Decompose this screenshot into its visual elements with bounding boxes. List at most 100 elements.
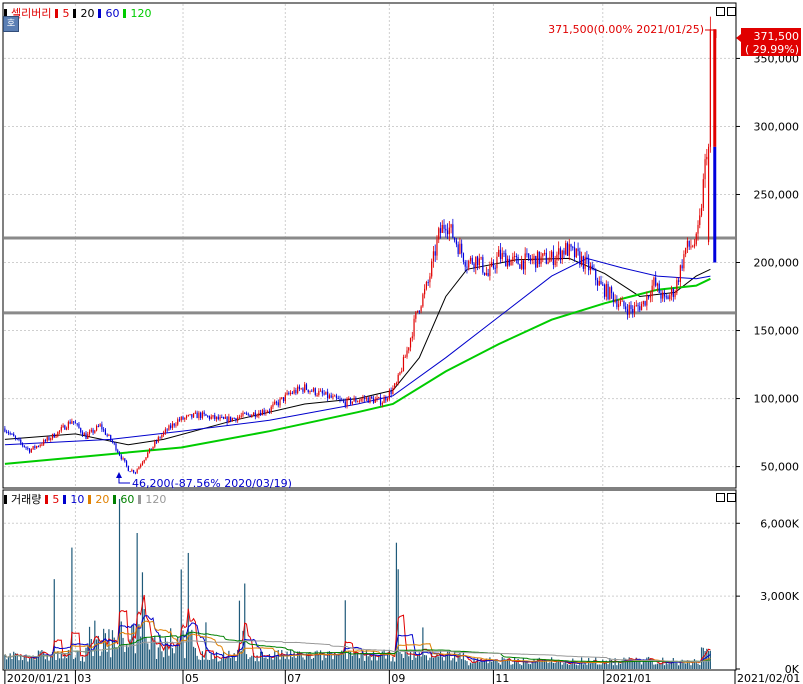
volume-bar (43, 652, 45, 669)
volume-bar (697, 663, 699, 669)
ma20-label[interactable]: 20 (80, 7, 94, 20)
candle-body (556, 254, 558, 261)
volume-bar (178, 642, 181, 669)
candle-body (224, 416, 226, 419)
vma120-label[interactable]: 120 (145, 493, 166, 506)
candle-body (383, 397, 385, 404)
volume-bar (461, 659, 463, 669)
candle-body (362, 397, 364, 400)
candle-body (621, 300, 623, 302)
candle-body (572, 246, 574, 248)
candle-body (709, 29, 711, 147)
candle-body (536, 251, 539, 268)
candle-body (148, 448, 151, 453)
candle-body (191, 414, 193, 418)
volume-bar (203, 659, 205, 669)
candle-body (159, 437, 161, 439)
volume-bar (291, 657, 293, 669)
candle-body (656, 283, 659, 286)
volume-bar (374, 655, 376, 669)
candle-body (221, 417, 223, 419)
volume-bar (658, 663, 660, 669)
candle-body (16, 438, 18, 440)
ma120-marker (123, 8, 127, 18)
candle-body (113, 442, 115, 444)
volume-bar (692, 663, 694, 669)
volume-bar (323, 653, 325, 669)
candle-body (409, 338, 412, 348)
candle-body (573, 247, 576, 258)
candle-body (62, 425, 64, 428)
volume-bar (286, 651, 288, 669)
candle-body (462, 253, 465, 262)
volume-bar (676, 662, 678, 669)
candle-body (466, 266, 468, 268)
volume-bar (235, 660, 237, 669)
close-icon[interactable] (727, 7, 736, 16)
candle-body (78, 423, 80, 429)
vma20-label[interactable]: 20 (95, 493, 109, 506)
candle-body (328, 395, 330, 399)
volume-bar (127, 647, 129, 669)
close-icon[interactable] (727, 493, 736, 502)
candle-body (660, 293, 662, 299)
candle-body (492, 262, 495, 268)
candle-body (67, 421, 69, 429)
side-tab-button[interactable]: 호 (3, 16, 19, 32)
candle-body (598, 281, 600, 286)
candle-body (707, 146, 710, 243)
candle-body (445, 228, 447, 231)
volume-bar (513, 657, 516, 669)
volume-title[interactable]: 거래량 (11, 491, 41, 507)
volume-bar (21, 660, 24, 669)
candle-body (658, 283, 660, 294)
candle-body (450, 224, 452, 228)
candle-body (69, 421, 71, 424)
candle-body (95, 426, 98, 431)
ma60-label[interactable]: 60 (105, 7, 119, 20)
volume-bar (528, 663, 530, 669)
candle-body (690, 246, 692, 248)
chart-canvas[interactable]: 350,000300,000250,000200,000150,000100,0… (0, 0, 803, 684)
candle-body (136, 469, 138, 473)
candle-body (558, 248, 560, 255)
volume-bar (215, 651, 218, 669)
candle-body (588, 259, 590, 271)
candle-body (529, 258, 532, 261)
candle-body (695, 233, 697, 245)
volume-bar (73, 659, 75, 669)
candle-body (97, 426, 99, 428)
volume-bar (510, 664, 512, 669)
candle-body (591, 265, 593, 270)
volume-bar (554, 663, 556, 669)
volume-bar (62, 658, 64, 669)
candle-body (129, 471, 131, 473)
candle-body (394, 383, 396, 389)
candle-body (25, 447, 27, 449)
ma120-label[interactable]: 120 (130, 7, 151, 20)
candle-body (4, 428, 6, 432)
vma60-label[interactable]: 60 (120, 493, 134, 506)
vma10-label[interactable]: 10 (70, 493, 84, 506)
vma5-label[interactable]: 5 (52, 493, 59, 506)
volume-bar (607, 664, 609, 669)
volume-bar (399, 651, 401, 669)
volume-bar (76, 650, 78, 669)
candle-body (586, 256, 588, 260)
volume-bar (208, 660, 211, 669)
volume-bar (498, 662, 500, 669)
candle-body (482, 257, 484, 273)
candle-body (713, 146, 717, 263)
candle-body (642, 301, 644, 305)
x-tick-label: 09 (391, 672, 405, 684)
volume-bar (311, 658, 313, 669)
candle-body (99, 424, 101, 427)
candle-body (85, 433, 87, 439)
maximize-icon[interactable] (716, 7, 725, 16)
ma5-label[interactable]: 5 (62, 7, 69, 20)
candle-body (395, 383, 398, 385)
candle-body (44, 440, 47, 442)
candle-body (635, 305, 637, 307)
maximize-icon[interactable] (716, 493, 725, 502)
candle-body (353, 398, 355, 402)
